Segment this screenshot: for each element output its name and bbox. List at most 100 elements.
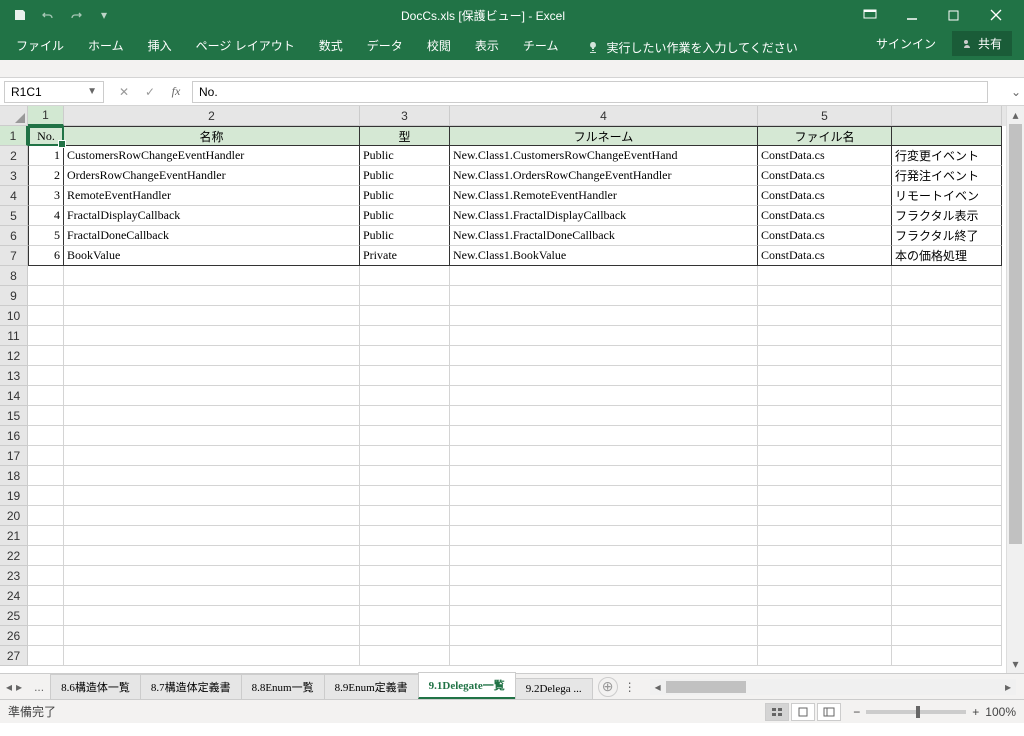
save-button[interactable] — [8, 3, 32, 27]
cell[interactable] — [892, 546, 1002, 566]
cell[interactable] — [450, 366, 758, 386]
cell[interactable]: 2 — [28, 166, 64, 186]
cell[interactable]: No. — [28, 126, 64, 146]
sheet-tab[interactable]: 9.1Delegate一覧 — [418, 672, 516, 699]
cell[interactable]: リモートイベン — [892, 186, 1002, 206]
cell[interactable]: New.Class1.RemoteEventHandler — [450, 186, 758, 206]
sheet-tab[interactable]: 8.7構造体定義書 — [140, 674, 242, 699]
cell[interactable] — [892, 286, 1002, 306]
cell[interactable] — [758, 646, 892, 666]
cell[interactable] — [64, 626, 360, 646]
cell[interactable] — [28, 386, 64, 406]
name-box-dropdown-icon[interactable]: ▼ — [87, 86, 97, 97]
cell[interactable] — [450, 586, 758, 606]
cell[interactable]: ConstData.cs — [758, 166, 892, 186]
cell[interactable]: ConstData.cs — [758, 146, 892, 166]
cell[interactable] — [360, 366, 450, 386]
cell[interactable] — [892, 626, 1002, 646]
cell[interactable] — [892, 266, 1002, 286]
share-button[interactable]: 共有 — [952, 31, 1012, 56]
cell[interactable] — [360, 346, 450, 366]
cell[interactable] — [360, 306, 450, 326]
cell[interactable] — [28, 606, 64, 626]
zoom-out-button[interactable]: − — [853, 705, 860, 719]
row-header[interactable]: 17 — [0, 446, 28, 466]
cell[interactable] — [64, 566, 360, 586]
cell[interactable] — [64, 266, 360, 286]
horizontal-scrollbar[interactable]: ◂ ▸ — [650, 679, 1016, 695]
column-header[interactable]: 4 — [450, 106, 758, 126]
cell[interactable] — [360, 606, 450, 626]
cell[interactable]: ConstData.cs — [758, 226, 892, 246]
cell[interactable] — [360, 326, 450, 346]
row-header[interactable]: 23 — [0, 566, 28, 586]
cell[interactable] — [360, 266, 450, 286]
cell[interactable] — [892, 586, 1002, 606]
cell[interactable] — [360, 486, 450, 506]
cell[interactable] — [450, 546, 758, 566]
formula-cancel-button[interactable]: ✕ — [112, 81, 136, 103]
cell[interactable]: 3 — [28, 186, 64, 206]
cell[interactable] — [64, 586, 360, 606]
cell[interactable]: New.Class1.OrdersRowChangeEventHandler — [450, 166, 758, 186]
sheet-tab[interactable]: 9.2Delega ... — [515, 678, 593, 699]
cell[interactable]: Public — [360, 146, 450, 166]
row-header[interactable]: 6 — [0, 226, 28, 246]
sheet-overflow-left[interactable]: ... — [28, 680, 50, 694]
cell[interactable] — [64, 506, 360, 526]
cell[interactable] — [64, 606, 360, 626]
signin-button[interactable]: サインイン — [868, 31, 944, 56]
cell[interactable]: Public — [360, 186, 450, 206]
cell[interactable] — [892, 326, 1002, 346]
cell[interactable] — [758, 466, 892, 486]
cell[interactable] — [28, 566, 64, 586]
cell[interactable] — [64, 446, 360, 466]
cell[interactable] — [360, 386, 450, 406]
cell[interactable] — [758, 566, 892, 586]
cell[interactable] — [28, 346, 64, 366]
cell[interactable]: 本の価格処理 — [892, 246, 1002, 266]
cell[interactable] — [450, 446, 758, 466]
cell[interactable] — [450, 386, 758, 406]
row-header[interactable]: 4 — [0, 186, 28, 206]
cell[interactable] — [892, 306, 1002, 326]
formula-enter-button[interactable]: ✓ — [138, 81, 162, 103]
cell[interactable] — [450, 426, 758, 446]
cell[interactable] — [360, 426, 450, 446]
cell[interactable]: フルネーム — [450, 126, 758, 146]
name-box[interactable]: R1C1 ▼ — [4, 81, 104, 103]
cell[interactable] — [28, 486, 64, 506]
cell[interactable] — [450, 266, 758, 286]
cell[interactable] — [450, 506, 758, 526]
cell[interactable]: Public — [360, 166, 450, 186]
row-header[interactable]: 5 — [0, 206, 28, 226]
row-header[interactable]: 9 — [0, 286, 28, 306]
cell[interactable] — [450, 606, 758, 626]
cell[interactable] — [450, 526, 758, 546]
ribbon-tab[interactable]: 校閲 — [415, 31, 463, 60]
cell[interactable] — [758, 586, 892, 606]
row-header[interactable]: 3 — [0, 166, 28, 186]
row-header[interactable]: 25 — [0, 606, 28, 626]
row-header[interactable]: 11 — [0, 326, 28, 346]
undo-button[interactable] — [36, 3, 60, 27]
cell[interactable]: New.Class1.CustomersRowChangeEventHand — [450, 146, 758, 166]
cell[interactable]: Public — [360, 206, 450, 226]
cell[interactable] — [28, 526, 64, 546]
cell[interactable] — [360, 446, 450, 466]
cell[interactable] — [758, 446, 892, 466]
cell[interactable]: 型 — [360, 126, 450, 146]
cell[interactable] — [360, 586, 450, 606]
row-header[interactable]: 7 — [0, 246, 28, 266]
scroll-up-button[interactable]: ▴ — [1007, 106, 1024, 124]
cell[interactable] — [64, 546, 360, 566]
cell[interactable] — [28, 466, 64, 486]
cell[interactable] — [758, 286, 892, 306]
row-header[interactable]: 13 — [0, 366, 28, 386]
cell[interactable] — [758, 486, 892, 506]
cell[interactable]: 4 — [28, 206, 64, 226]
cell[interactable]: フラクタル表示 — [892, 206, 1002, 226]
cell[interactable] — [360, 626, 450, 646]
cell[interactable] — [758, 306, 892, 326]
row-header[interactable]: 8 — [0, 266, 28, 286]
